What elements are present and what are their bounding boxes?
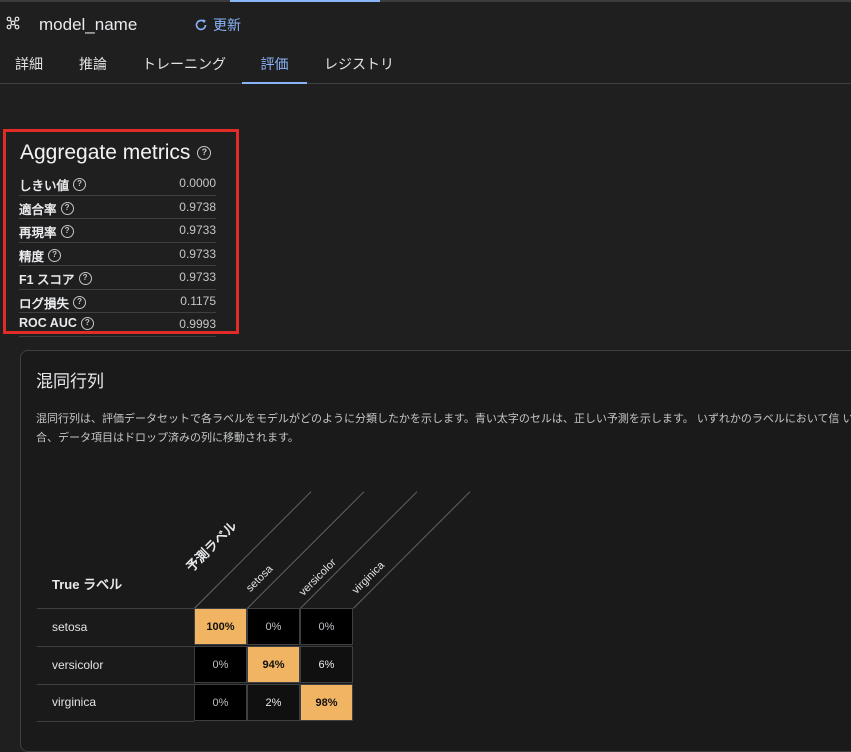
metric-value: 0.9733 — [179, 246, 216, 261]
matrix-cell[interactable]: 0% — [300, 608, 353, 645]
metric-value: 0.9993 — [179, 317, 216, 331]
model-name-title: model_name — [39, 15, 138, 34]
metric-row: ログ損失? 0.1175 — [19, 290, 216, 313]
metric-label: 精度? — [19, 246, 62, 265]
matrix-cell[interactable]: 6% — [300, 646, 353, 683]
page-header: model_name 更新 — [0, 2, 851, 46]
metric-value: 0.1175 — [180, 293, 216, 308]
confusion-matrix-title: 混同行列 — [36, 372, 104, 391]
metric-label-text: 精度 — [19, 249, 45, 264]
refresh-button[interactable]: 更新 — [194, 15, 241, 35]
row-label-virginica: virginica — [52, 695, 97, 709]
row-divider — [37, 608, 194, 609]
metric-label: 再現率? — [19, 222, 74, 241]
matrix-cell[interactable]: 98% — [300, 684, 353, 721]
aggregate-metrics-panel: Aggregate metrics ? しきい値? 0.0000 適合率? 0.97… — [3, 129, 239, 337]
tab-inference[interactable]: 推論 — [70, 46, 116, 83]
matrix-cell[interactable]: 2% — [247, 684, 300, 721]
help-circle-icon[interactable]: ? — [60, 225, 74, 238]
metric-label: ROC AUC? — [19, 316, 94, 330]
metric-label-text: ログ損失 — [19, 296, 70, 311]
metric-row: F1 スコア? 0.9733 — [19, 266, 216, 290]
metric-row: 適合率? 0.9738 — [19, 196, 216, 219]
row-label-setosa: setosa — [52, 620, 88, 634]
row-divider — [37, 646, 194, 647]
metric-label-text: F1 スコア — [19, 273, 75, 287]
metric-label: 適合率? — [19, 199, 74, 218]
metric-row: ROC AUC? 0.9993 — [19, 313, 216, 337]
help-circle-icon[interactable]: ? — [60, 201, 74, 215]
metric-label: F1 スコア? — [19, 269, 92, 288]
matrix-cell[interactable]: 94% — [247, 646, 300, 683]
true-label-axis: True ラベル — [52, 577, 123, 592]
metric-label: ログ損失? — [19, 293, 87, 312]
confusion-matrix-card: 混同行列 混同行列は、評価データセットで各ラベルをモデルがどのように分類したかを… — [20, 350, 851, 752]
tab-bar: 詳細 推論 トレーニング 評価 レジストリ — [0, 46, 851, 84]
metric-label-text: しきい値 — [19, 179, 70, 193]
row-label-versicolor: versicolor — [52, 658, 104, 672]
help-circle-icon[interactable]: ? — [197, 146, 212, 160]
metric-value: 0.9733 — [179, 270, 216, 284]
refresh-label: 更新 — [213, 17, 241, 33]
tab-training[interactable]: トレーニング — [136, 46, 232, 83]
aggregate-metrics-heading: Aggregate metrics ? — [20, 141, 212, 165]
metric-label-text: 適合率 — [19, 202, 57, 217]
model-graph-icon — [6, 16, 20, 30]
metric-label-text: 再現率 — [19, 226, 57, 240]
matrix-cell[interactable]: 0% — [194, 646, 247, 683]
metric-row: しきい値? 0.0000 — [19, 172, 216, 196]
metric-value: 0.0000 — [179, 176, 216, 190]
matrix-cell[interactable]: 0% — [247, 608, 300, 645]
tab-evaluation[interactable]: 評価 — [242, 46, 307, 84]
help-circle-icon[interactable]: ? — [73, 295, 87, 309]
matrix-cell[interactable]: 0% — [194, 684, 247, 721]
aggregate-metrics-title: Aggregate metrics — [20, 141, 191, 164]
help-circle-icon[interactable]: ? — [48, 248, 62, 262]
metric-value: 0.9733 — [179, 223, 216, 237]
confusion-matrix-description: 混同行列は、評価データセットで各ラベルをモデルがどのように分類したかを示します。… — [36, 413, 851, 444]
help-circle-icon[interactable]: ? — [78, 272, 92, 285]
tab-details[interactable]: 詳細 — [6, 46, 52, 83]
tab-registry[interactable]: レジストリ — [317, 46, 401, 83]
metric-row: 再現率? 0.9733 — [19, 219, 216, 243]
help-circle-icon[interactable]: ? — [80, 316, 94, 330]
row-divider — [37, 721, 194, 722]
metric-row: 精度? 0.9733 — [19, 243, 216, 266]
matrix-cell[interactable]: 100% — [194, 608, 247, 645]
help-circle-icon[interactable]: ? — [73, 178, 87, 191]
refresh-icon — [195, 19, 207, 31]
metric-value: 0.9738 — [179, 199, 216, 214]
row-divider — [37, 684, 194, 685]
metric-label: しきい値? — [19, 175, 87, 194]
metrics-table: しきい値? 0.0000 適合率? 0.9738 再現率? 0.9733 精度? 0.9… — [19, 172, 216, 337]
metric-label-text: ROC AUC — [19, 316, 77, 330]
